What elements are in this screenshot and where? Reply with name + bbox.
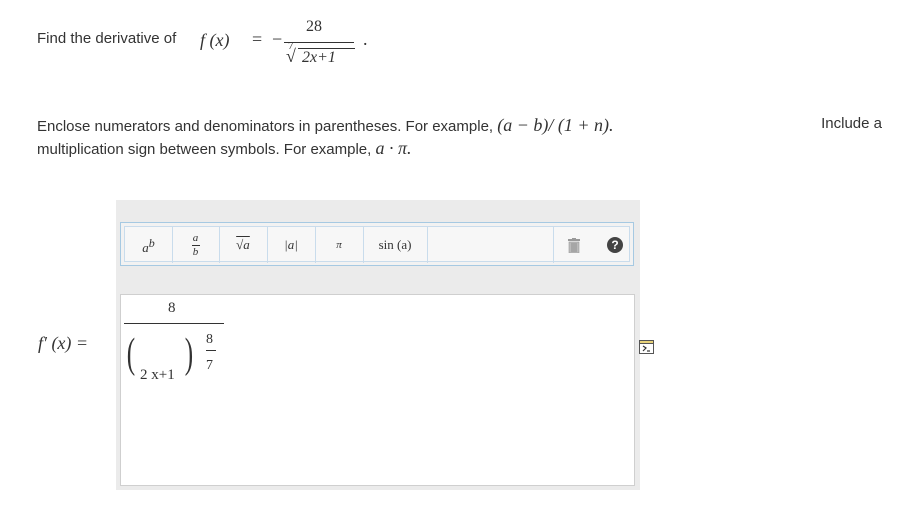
preview-icon[interactable] [639,339,654,354]
question-formula: f (x) = − 28 7 √ 2x+1 . [200,18,380,78]
instructions-tail-1: Include a [821,115,882,132]
question-prefix: Find the derivative of [37,30,177,47]
question-text: Find the derivative of [37,30,176,47]
math-toolbar: ab a b √a |a| π sin (a) ? [120,222,634,266]
sin-label: sin (a) [378,237,412,252]
instructions-line-2: multiplication sign between symbols. For… [37,138,412,159]
fraction-denominator: b [192,245,199,258]
answer-fraction-bar [124,323,224,324]
question-radicand: 2x+1 [302,49,336,66]
instructions-text-2: multiplication sign between symbols. For… [37,141,376,158]
power-exponent: b [148,235,155,250]
sin-button[interactable]: sin (a) [363,227,428,263]
answer-expression: 8 ( 2 x+1 ) 8 7 [118,296,318,396]
instructions-text-1: Enclose numerators and denominators in p… [37,118,498,135]
question-fraction-bar [284,42,354,43]
question-period: . [363,29,368,49]
pi-label: π [336,239,342,251]
sqrt-label: √a [236,237,250,252]
help-button[interactable]: ? [595,227,635,263]
abs-label: |a| [284,237,298,252]
radical-sign-icon: √ [286,46,296,66]
sqrt-button[interactable]: √a [219,227,268,263]
fraction-button[interactable]: a b [172,227,220,263]
help-icon: ? [607,237,623,253]
answer-base: 2 x+1 [140,367,175,383]
left-paren-icon: ( [126,331,136,377]
fraction-numerator: a [192,231,199,244]
question-minus: − [272,29,283,49]
power-button[interactable]: ab [125,227,173,263]
math-toolbar-inner: ab a b √a |a| π sin (a) ? [124,226,630,263]
trash-button[interactable] [553,227,594,263]
trash-icon [568,237,580,253]
question-numerator: 28 [306,18,322,35]
answer-exponent-numerator: 8 [206,332,213,347]
answer-label: f′ (x) = [38,333,89,353]
pi-button[interactable]: π [315,227,364,263]
question-equals: = [252,29,263,49]
answer-exponent-bar [206,350,216,351]
question-fx: f (x) [200,30,230,50]
right-paren-icon: ) [184,331,194,377]
instructions-line-1: Enclose numerators and denominators in p… [37,115,882,136]
instructions-example-1: (a − b)/ (1 + n). [497,115,614,135]
abs-button[interactable]: |a| [267,227,316,263]
answer-numerator: 8 [168,300,176,316]
instructions-example-2: a · π. [375,138,412,158]
answer-exponent-denominator: 7 [206,358,213,373]
